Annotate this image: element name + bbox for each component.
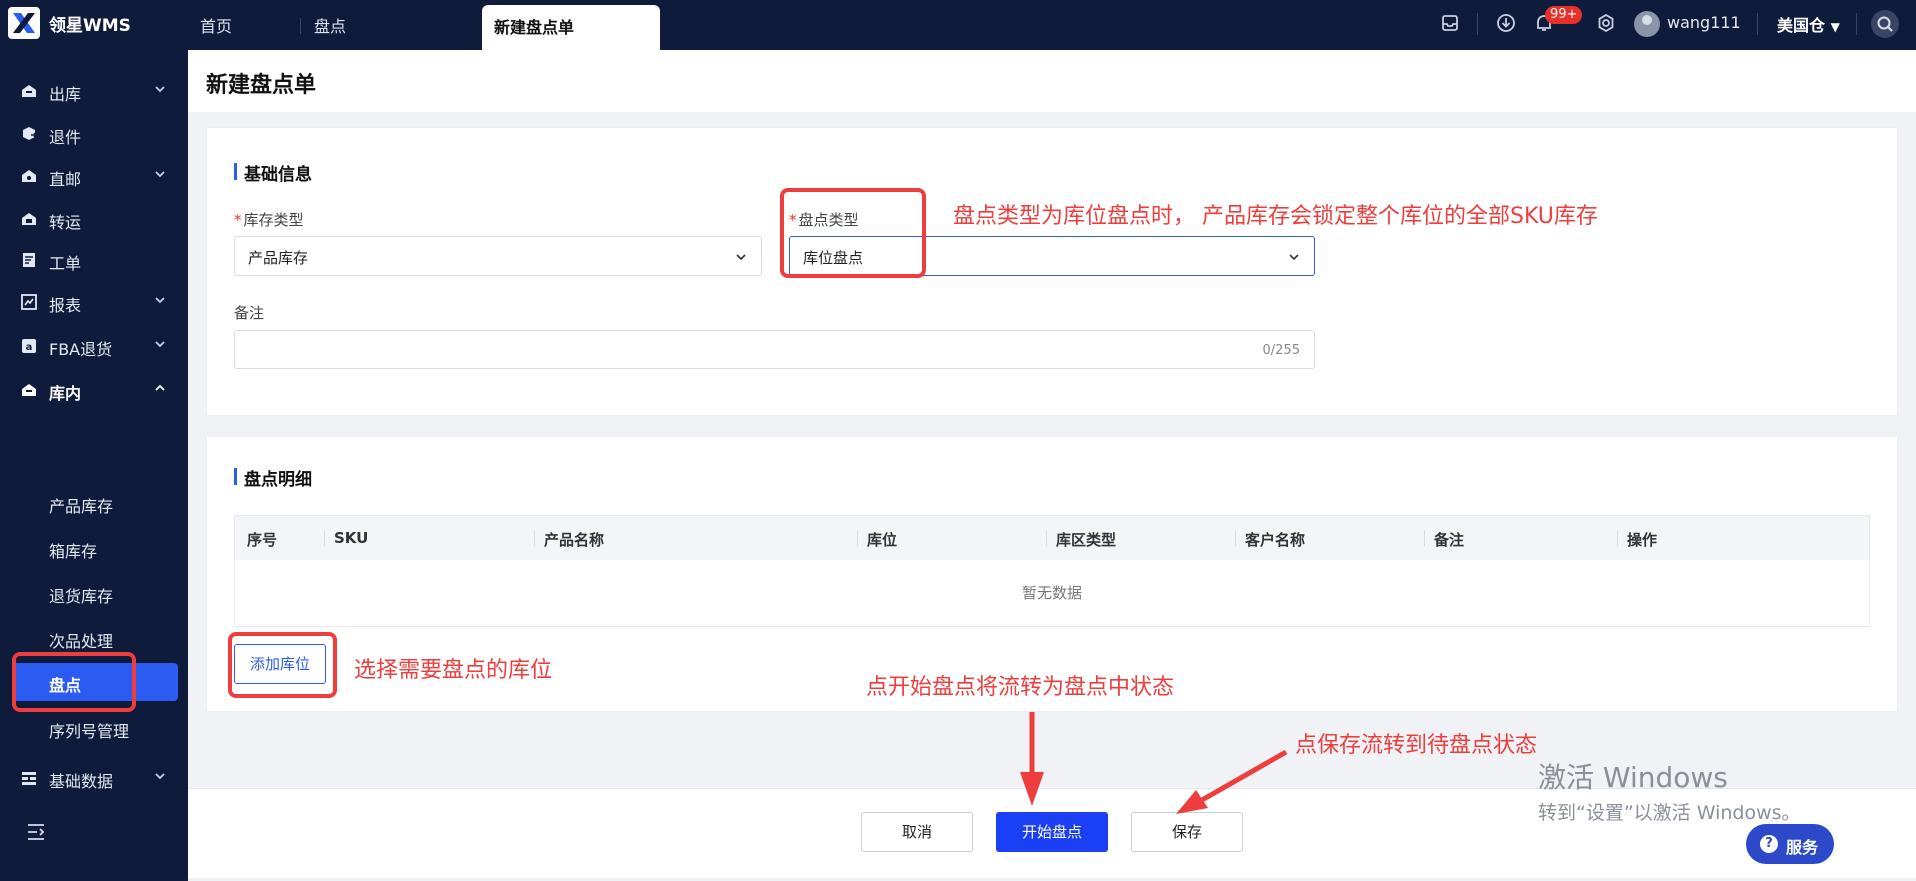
chevron-down-icon (155, 341, 165, 348)
basic-info-card: 基础信息 * 库存类型 产品库存 * 盘点类型 库位盘点 备注 0/255 (206, 127, 1898, 416)
remark-textarea[interactable]: 0/255 (234, 330, 1315, 369)
cancel-button[interactable]: 取消 (861, 812, 973, 852)
brand-name: 领星WMS (49, 16, 131, 36)
remark-char-counter: 0/255 (1262, 343, 1300, 358)
chevron-down-icon (155, 297, 165, 304)
caret-down-icon: ▼ (1830, 20, 1840, 34)
logo-icon (8, 7, 40, 39)
sidebar-item-fba-returns[interactable]: a FBA退货 (0, 326, 188, 366)
chevron-up-icon (155, 384, 165, 391)
svg-text:a: a (26, 342, 33, 353)
direct-mail-icon (20, 167, 38, 185)
avatar[interactable] (1634, 11, 1660, 37)
sidebar-item-transfer[interactable]: 转运 (0, 199, 188, 239)
download-icon[interactable] (1495, 12, 1517, 34)
notification-badge: 99+ (1545, 6, 1583, 24)
column-header: 库位 (867, 531, 898, 549)
column-header: 库区类型 (1056, 531, 1117, 549)
column-header: 序号 (247, 531, 278, 549)
base-data-icon (20, 769, 38, 787)
settings-icon[interactable] (1595, 12, 1617, 34)
chevron-down-icon (155, 773, 165, 780)
tab-stocktake[interactable]: 盘点 (314, 0, 346, 50)
start-count-button[interactable]: 开始盘点 (996, 812, 1108, 852)
highlight-add-location (228, 632, 337, 698)
inbox-icon[interactable] (1439, 12, 1461, 34)
column-header: 客户名称 (1245, 531, 1306, 549)
section-title-basic: 基础信息 (234, 160, 312, 185)
sidebar-item-reports[interactable]: 报表 (0, 282, 188, 322)
help-icon: ? (1760, 835, 1778, 853)
transfer-icon (20, 210, 38, 228)
stocktake-detail-table: 序号 SKU 产品名称 库位 库区类型 客户名称 备注 操作 暂无数据 (234, 515, 1870, 627)
highlight-count-type (780, 188, 926, 278)
sidebar-item-work-order[interactable]: 工单 (0, 240, 188, 280)
search-button[interactable] (1871, 10, 1899, 38)
chevron-down-icon (736, 254, 746, 261)
page-header: 新建盘点单 (188, 50, 1916, 112)
tab-home[interactable]: 首页 (200, 0, 232, 50)
username[interactable]: wang111 (1667, 13, 1741, 32)
windows-activation-watermark: 激活 Windows 转到“设置”以激活 Windows。 (1538, 761, 1801, 824)
tab-new-stocktake[interactable]: 新建盘点单 (482, 5, 660, 50)
highlight-sidebar-stocktake (12, 652, 136, 712)
sidebar-subitem-box-stock[interactable]: 箱库存 (0, 529, 188, 567)
sidebar: 出库 退件 直邮 转运 工单 报表 a FBA退货 库内 产品库存 箱库存 退货 (0, 50, 188, 881)
service-button[interactable]: ? 服务 (1746, 824, 1834, 864)
annotation-add-location: 选择需要盘点的库位 (354, 658, 553, 683)
column-header: 备注 (1434, 531, 1465, 549)
annotation-count-type: 盘点类型为库位盘点时， 产品库存会锁定整个库位的全部SKU库存 (953, 204, 1598, 229)
sidebar-item-in-warehouse[interactable]: 库内 (0, 370, 188, 410)
sidebar-item-direct-mail[interactable]: 直邮 (0, 156, 188, 196)
amazon-icon: a (20, 337, 38, 355)
sidebar-subitem-serial-numbers[interactable]: 序列号管理 (0, 709, 188, 747)
collapse-menu-icon[interactable] (25, 822, 47, 842)
return-icon (20, 125, 38, 143)
column-header: 操作 (1627, 531, 1658, 549)
sidebar-item-base-data[interactable]: 基础数据 (0, 758, 188, 798)
sidebar-item-outbound[interactable]: 出库 (0, 71, 188, 111)
sidebar-subitem-return-stock[interactable]: 退货库存 (0, 574, 188, 612)
column-header: SKU (334, 529, 369, 547)
top-bar: 领星WMS 首页 盘点 新建盘点单 99+ wang111 美国仓 ▼ (0, 0, 1916, 50)
report-icon (20, 293, 38, 311)
chevron-down-icon (1289, 254, 1299, 261)
sidebar-item-returns[interactable]: 退件 (0, 114, 188, 154)
empty-placeholder: 暂无数据 (1021, 584, 1082, 602)
outbound-icon (20, 82, 38, 100)
work-order-icon (20, 251, 38, 269)
annotation-start-count: 点开始盘点将流转为盘点中状态 (866, 675, 1175, 700)
remark-label: 备注 (234, 304, 265, 322)
section-title-detail: 盘点明细 (234, 465, 312, 490)
column-header: 产品名称 (544, 531, 605, 549)
warehouse-icon (20, 381, 38, 399)
warehouse-label: 美国仓 (1777, 16, 1826, 35)
page-title: 新建盘点单 (206, 73, 317, 98)
tab-separator (300, 18, 301, 34)
inventory-type-label: * 库存类型 (234, 211, 304, 229)
annotation-save: 点保存流转到待盘点状态 (1295, 733, 1538, 758)
chevron-down-icon (155, 86, 165, 93)
table-header: 序号 SKU 产品名称 库位 库区类型 客户名称 备注 操作 (235, 516, 1869, 560)
chevron-down-icon (155, 171, 165, 178)
sidebar-subitem-product-stock[interactable]: 产品库存 (0, 484, 188, 522)
warehouse-selector[interactable]: 美国仓 ▼ (1777, 12, 1840, 36)
search-icon (1877, 16, 1893, 32)
save-button[interactable]: 保存 (1131, 812, 1243, 852)
inventory-type-select[interactable]: 产品库存 (234, 236, 762, 276)
